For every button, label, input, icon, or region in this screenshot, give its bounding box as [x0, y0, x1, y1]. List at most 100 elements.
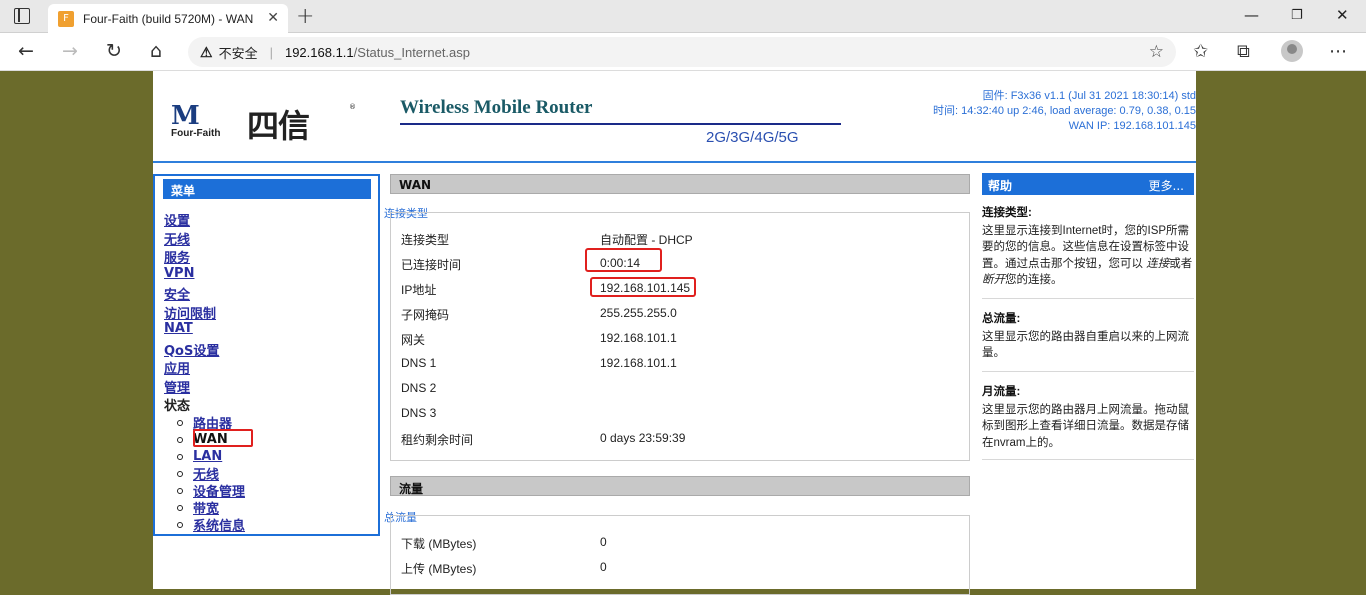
collections-icon[interactable]: ⧉	[1237, 41, 1250, 62]
help-connect-term: 连接	[1146, 257, 1170, 270]
row-value: 0	[600, 560, 607, 574]
bullet-icon	[177, 453, 183, 460]
row-label: DNS 2	[401, 381, 437, 395]
logo-chinese: 四信	[247, 107, 310, 145]
row-label: DNS 3	[401, 406, 437, 420]
submenu-item-lan[interactable]: LAN	[177, 448, 245, 465]
bullet-icon	[177, 419, 183, 426]
url-host: 192.168.1.1	[284, 44, 354, 60]
warning-icon[interactable]: ⚠	[200, 44, 213, 61]
traffic-fieldset: 下载 (MBytes) 0 上传 (MBytes) 0	[390, 515, 970, 595]
help-header: 帮助 更多...	[982, 173, 1194, 195]
help-divider	[982, 371, 1194, 372]
row-label: IP地址	[401, 283, 437, 297]
menu-item-vpn[interactable]: VPN	[164, 266, 219, 285]
row-value: 自动配置 - DHCP	[600, 233, 693, 247]
header-divider	[153, 161, 1196, 163]
submenu-item-wireless[interactable]: 无线	[177, 465, 245, 483]
row-label: DNS 1	[401, 356, 437, 370]
title-divider	[400, 123, 841, 125]
wan-ip: WAN IP: 192.168.101.145	[1068, 120, 1196, 132]
more-menu-icon[interactable]: ⋯	[1329, 41, 1347, 62]
home-icon[interactable]: ⌂	[150, 40, 162, 62]
restore-icon[interactable]: ❐	[1291, 8, 1303, 23]
submenu-label[interactable]: 系统信息	[193, 515, 245, 534]
tab-title: Four-Faith (build 5720M) - WAN	[83, 11, 254, 26]
row-value: 0	[600, 535, 607, 549]
help-connection-type: 连接类型: 这里显示连接到Internet时，您的ISP所需要的您的信息。这些信…	[982, 205, 1194, 289]
bullet-icon	[177, 487, 183, 494]
add-favorite-icon[interactable]: ☆	[1149, 42, 1164, 62]
help-more-link[interactable]: 更多...	[1149, 177, 1184, 194]
bullet-icon	[177, 436, 183, 443]
menu-item-status: 状态	[164, 399, 191, 414]
menu-item-nat[interactable]: NAT	[164, 321, 219, 340]
row-label: 下载 (MBytes)	[401, 537, 477, 551]
minimize-icon[interactable]: —	[1244, 6, 1259, 24]
row-label: 网关	[401, 333, 426, 347]
brand-logo: M Four-Faith 四信 ®	[171, 101, 356, 145]
menu-title: 菜单	[163, 179, 371, 199]
menu-item-applications[interactable]: 应用	[164, 358, 219, 377]
help-heading: 月流量:	[982, 386, 1021, 398]
url-separator: |	[269, 44, 273, 60]
menu-item-qos[interactable]: QoS设置	[164, 340, 219, 359]
page-header: M Four-Faith 四信 ® Wireless Mobile Router…	[153, 71, 1196, 161]
window-close-icon[interactable]: ✕	[1336, 6, 1349, 24]
address-bar[interactable]: ⚠ 不安全 | 192.168.1.1 /Status_Internet.asp…	[188, 37, 1176, 67]
menu-item-access-restrictions[interactable]: 访问限制	[164, 303, 219, 322]
favorites-icon[interactable]: ✩	[1193, 41, 1208, 62]
highlight-box-wan	[193, 429, 253, 447]
router-page: M Four-Faith 四信 ® Wireless Mobile Router…	[153, 71, 1196, 595]
browser-tab[interactable]: F Four-Faith (build 5720M) - WAN ✕	[48, 4, 288, 33]
new-tab-icon[interactable]: +	[296, 4, 314, 29]
bullet-icon	[177, 521, 183, 528]
bullet-icon	[177, 504, 183, 511]
menu-item-wireless[interactable]: 无线	[164, 229, 219, 248]
product-title: Wireless Mobile Router	[400, 97, 593, 118]
favicon-icon: F	[58, 10, 74, 27]
section-title-traffic: 流量	[390, 476, 970, 496]
system-time: 时间: 14:32:40 up 2:46, load average: 0.79…	[933, 105, 1196, 117]
profile-avatar[interactable]	[1281, 40, 1303, 62]
bullet-icon	[177, 470, 183, 477]
submenu-item-sysinfo[interactable]: 系统信息	[177, 515, 245, 534]
help-text: 或者	[1169, 257, 1193, 270]
submenu-item-devices[interactable]: 设备管理	[177, 482, 245, 500]
logo-text: Four-Faith	[171, 128, 221, 139]
security-label[interactable]: 不安全	[219, 43, 258, 62]
product-bands: 2G/3G/4G/5G	[706, 129, 799, 146]
help-divider	[982, 459, 1194, 460]
section-title-wan: WAN	[390, 174, 970, 194]
menu-item-services[interactable]: 服务	[164, 247, 219, 266]
row-value: 192.168.101.1	[600, 356, 677, 370]
refresh-icon[interactable]: ↻	[106, 40, 122, 62]
forward-icon[interactable]: →	[62, 40, 78, 62]
system-info: 固件: F3x36 v1.1 (Jul 31 2021 18:30:14) st…	[933, 89, 1196, 134]
help-heading: 总流量:	[982, 313, 1021, 325]
row-label: 连接类型	[401, 233, 450, 247]
submenu-item-bandwidth[interactable]: 带宽	[177, 499, 245, 517]
tab-strip: F Four-Faith (build 5720M) - WAN ✕ + — ❐…	[0, 0, 1366, 33]
logo-mark: M	[171, 101, 200, 131]
row-label: 租约剩余时间	[401, 433, 474, 447]
back-icon[interactable]: ←	[18, 40, 34, 62]
help-text: 这里显示您的路由器月上网流量。拖动鼠标到图形上查看详细日流量。数据是存储在nvr…	[982, 403, 1189, 449]
tab-actions-icon[interactable]	[14, 8, 30, 24]
menu-item-security[interactable]: 安全	[164, 284, 219, 303]
row-label: 子网掩码	[401, 308, 450, 322]
row-value: 0 days 23:59:39	[600, 431, 686, 445]
close-tab-icon[interactable]: ✕	[267, 10, 279, 26]
url-path: /Status_Internet.asp	[353, 44, 471, 60]
address-toolbar: ← → ↻ ⌂ ⚠ 不安全 | 192.168.1.1 /Status_Inte…	[0, 33, 1366, 71]
help-text: 这里显示您的路由器自重启以来的上网流量。	[982, 330, 1189, 360]
menu-item-administration[interactable]: 管理	[164, 377, 219, 396]
help-disconnect-term: 断开	[982, 274, 1005, 286]
highlight-box-uptime	[585, 248, 662, 272]
menu-item-setup[interactable]: 设置	[164, 210, 219, 229]
side-menu: 菜单 设置 无线 服务 VPN 安全 访问限制 NAT QoS设置 应用 管理 …	[153, 174, 380, 536]
help-text: 您的连接。	[1005, 274, 1063, 286]
firmware-version: 固件: F3x36 v1.1 (Jul 31 2021 18:30:14) st…	[982, 90, 1196, 102]
submenu-label[interactable]: LAN	[193, 449, 222, 464]
help-monthly-traffic: 月流量: 这里显示您的路由器月上网流量。拖动鼠标到图形上查看详细日流量。数据是存…	[982, 384, 1194, 451]
